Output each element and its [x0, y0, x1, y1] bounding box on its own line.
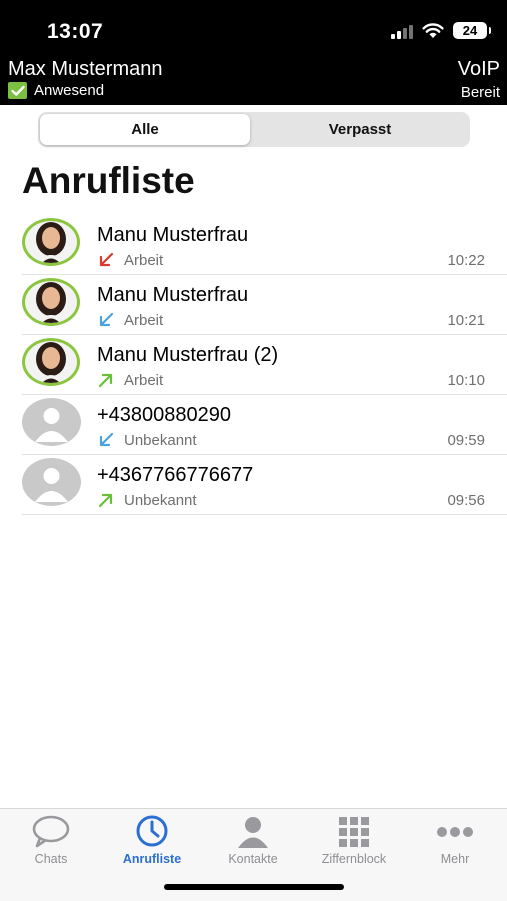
- tab-label: Mehr: [440, 852, 470, 866]
- person-icon: [238, 817, 268, 848]
- tab-label: Ziffernblock: [321, 852, 387, 866]
- segment-all[interactable]: Alle: [40, 114, 250, 145]
- call-list: Manu Musterfrau Arbeit 10:22 Manu Muster…: [0, 215, 507, 515]
- tab-label: Chats: [34, 852, 68, 866]
- caller-type: Arbeit: [124, 372, 164, 389]
- outgoing-call-arrow-icon: [98, 373, 113, 388]
- outgoing-call-arrow-icon: [98, 493, 113, 508]
- incoming-call-arrow-icon: [99, 312, 114, 327]
- keypad-icon: [339, 817, 369, 847]
- presence-label: Anwesend: [34, 82, 105, 99]
- call-time: 09:56: [447, 492, 485, 509]
- contact-photo-avatar: [22, 338, 80, 386]
- caller-name: +43800880290: [97, 404, 232, 426]
- contact-photo-avatar: [22, 218, 80, 266]
- checkmark-icon: [8, 82, 27, 99]
- call-list-item[interactable]: +4367766776677 Unbekannt 09:56: [0, 455, 507, 515]
- caller-name: +4367766776677: [97, 464, 254, 486]
- home-indicator[interactable]: [164, 884, 344, 890]
- segment-missed[interactable]: Verpasst: [252, 114, 468, 145]
- default-person-avatar: [22, 398, 81, 446]
- call-list-item[interactable]: Manu Musterfrau Arbeit 10:21: [0, 275, 507, 335]
- voip-status: Bereit: [460, 84, 500, 101]
- tab-kontakte[interactable]: Kontakte: [203, 815, 303, 866]
- caller-name: Manu Musterfrau: [97, 284, 249, 306]
- caller-type: Unbekannt: [124, 492, 197, 509]
- tab-anrufliste[interactable]: Anrufliste: [102, 815, 202, 866]
- caller-name: Manu Musterfrau: [97, 224, 249, 246]
- call-time: 10:21: [447, 312, 485, 329]
- status-icons: 24: [391, 22, 491, 39]
- more-dots-icon: [437, 827, 473, 837]
- status-time: 13:07: [47, 20, 104, 43]
- tab-ziffernblock[interactable]: Ziffernblock: [304, 815, 404, 866]
- chat-bubble-icon: [32, 815, 70, 848]
- missed-call-arrow-icon: [99, 252, 114, 267]
- contact-photo-avatar: [22, 278, 80, 326]
- default-person-avatar: [22, 458, 81, 506]
- call-list-item[interactable]: Manu Musterfrau Arbeit 10:22: [0, 215, 507, 275]
- cellular-signal-icon: [391, 23, 413, 39]
- tab-chats[interactable]: Chats: [1, 815, 101, 866]
- top-header: 13:07 24 Max Mustermann Anwesend VoIP Be…: [0, 0, 507, 105]
- call-time: 09:59: [447, 432, 485, 449]
- call-list-item[interactable]: +43800880290 Unbekannt 09:59: [0, 395, 507, 455]
- tab-label: Anrufliste: [122, 852, 182, 866]
- caller-type: Arbeit: [124, 252, 164, 269]
- battery-icon: 24: [453, 22, 491, 39]
- user-name[interactable]: Max Mustermann: [8, 58, 163, 81]
- caller-name: Manu Musterfrau (2): [97, 344, 279, 366]
- caller-type: Unbekannt: [124, 432, 197, 449]
- tab-label: Kontakte: [228, 852, 278, 866]
- call-list-item[interactable]: Manu Musterfrau (2) Arbeit 10:10: [0, 335, 507, 395]
- clock-icon: [136, 815, 168, 847]
- presence-status[interactable]: Anwesend: [8, 82, 104, 99]
- tab-mehr[interactable]: Mehr: [405, 815, 505, 866]
- page-title: Anrufliste: [22, 160, 195, 201]
- call-time: 10:10: [447, 372, 485, 389]
- caller-type: Arbeit: [124, 312, 164, 329]
- voip-title: VoIP: [457, 58, 500, 80]
- incoming-call-arrow-icon: [99, 432, 114, 447]
- wifi-icon: [422, 22, 444, 38]
- call-filter-segmented-control: Alle Verpasst: [38, 112, 470, 147]
- call-time: 10:22: [447, 252, 485, 269]
